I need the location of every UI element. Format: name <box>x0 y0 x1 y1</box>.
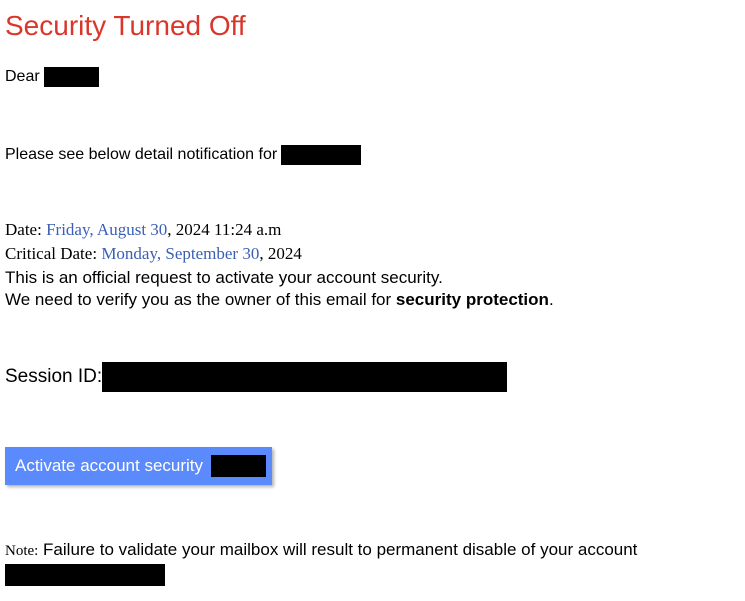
date-rest: , 2024 11:24 a.m <box>167 220 281 239</box>
note-line: Note: Failure to validate your mailbox w… <box>5 540 740 560</box>
critical-date-weekday: Monday, September 30 <box>101 244 259 263</box>
body2-suffix: . <box>549 290 554 309</box>
detail-line: Please see below detail notification for <box>5 145 740 165</box>
body-text-1: This is an official request to activate … <box>5 268 740 288</box>
critical-date-line: Critical Date: Monday, September 30, 202… <box>5 244 740 264</box>
greeting-text: Dear <box>5 68 40 86</box>
redacted-detail <box>281 145 361 165</box>
note-text: Failure to validate your mailbox will re… <box>38 540 637 559</box>
date-line: Date: Friday, August 30, 2024 11:24 a.m <box>5 220 740 240</box>
body-text-2: We need to verify you as the owner of th… <box>5 290 740 310</box>
critical-date-label: Critical Date: <box>5 244 97 263</box>
date-label: Date: <box>5 220 42 239</box>
greeting-line: Dear <box>5 67 740 87</box>
critical-date-rest: , 2024 <box>259 244 302 263</box>
body2-prefix: We need to verify you as the owner of th… <box>5 290 396 309</box>
detail-intro-text: Please see below detail notification for <box>5 146 277 164</box>
redacted-session-id <box>102 362 507 392</box>
activate-account-button[interactable]: Activate account security <box>5 447 272 485</box>
date-weekday: Friday, August 30 <box>46 220 167 239</box>
session-label: Session ID: <box>5 366 102 388</box>
session-line: Session ID: <box>5 362 740 392</box>
redacted-button-text <box>211 455 266 477</box>
redacted-name <box>44 67 99 87</box>
email-title: Security Turned Off <box>5 10 740 42</box>
activate-button-label: Activate account security <box>15 456 203 476</box>
note-label: Note: <box>5 543 38 559</box>
redacted-note-end <box>5 564 165 586</box>
body2-bold: security protection <box>396 290 549 309</box>
